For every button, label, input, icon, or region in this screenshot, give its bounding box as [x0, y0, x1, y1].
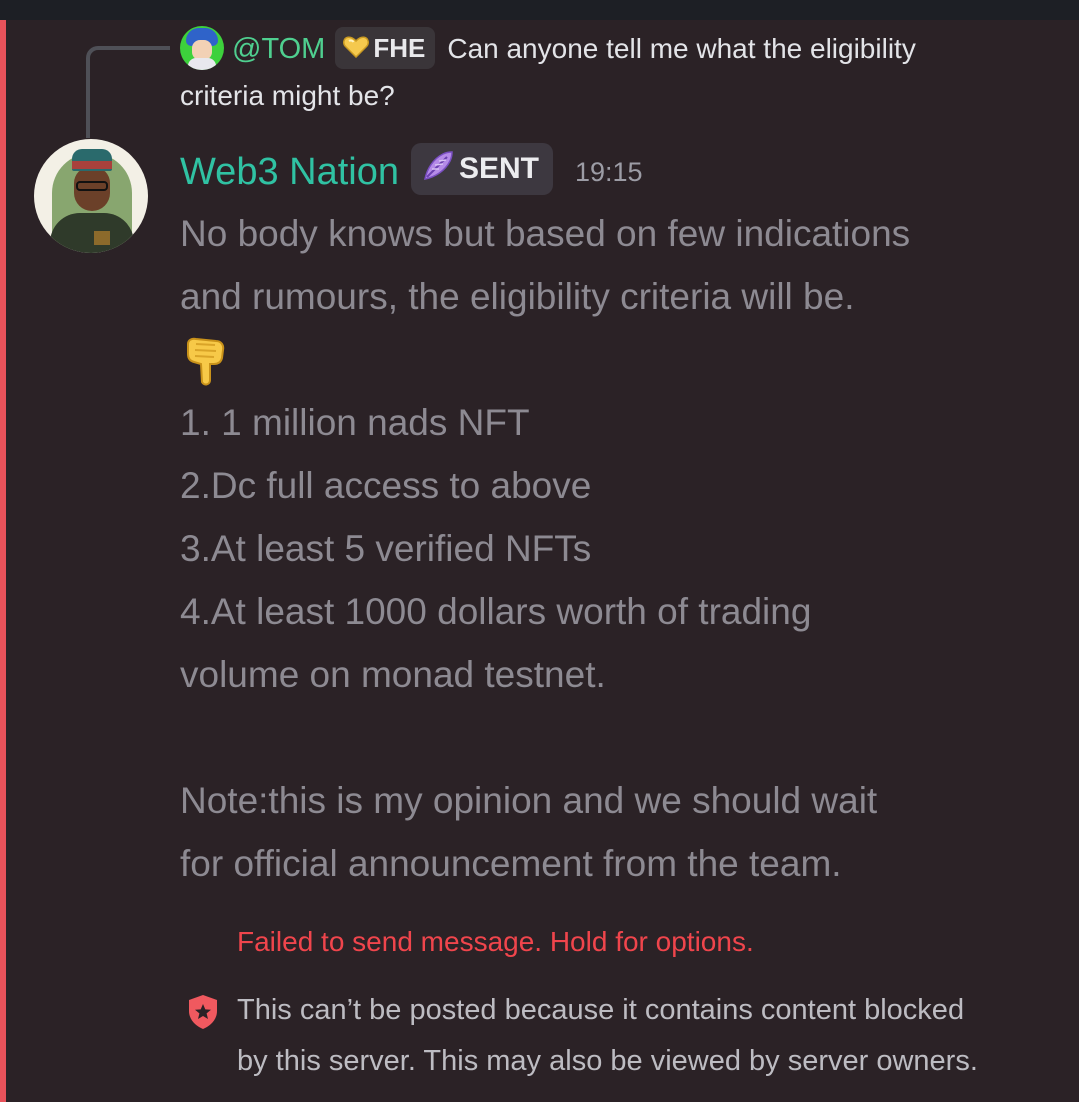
reply-avatar[interactable]: [180, 25, 224, 70]
blocked-notice-line: This can’t be posted because it contains…: [237, 994, 965, 1026]
failed-message-rail: [0, 20, 6, 1102]
reply-role-tag[interactable]: FHE: [335, 26, 436, 69]
message-emoji-line: [180, 328, 1060, 391]
blocked-notice-line: by this server. This may also be viewed …: [237, 1045, 978, 1077]
message-line: Note:this is my opinion and we should wa…: [180, 780, 878, 821]
message-line: 4.At least 1000 dollars worth of trading: [180, 591, 812, 632]
reply-preview[interactable]: @TOM FHE Can anyone tell me what the eli…: [180, 24, 1060, 74]
message-line: and rumours, the eligibility criteria wi…: [180, 276, 855, 317]
message-timestamp: 19:15: [575, 157, 643, 187]
failed-send-notice[interactable]: Failed to send message. Hold for options…: [237, 920, 754, 964]
message-header: Web3 Nation SENT 19:15: [180, 142, 643, 202]
message-line: No body knows but based on few indicatio…: [180, 213, 911, 254]
reply-role-tag-label: FHE: [373, 32, 426, 63]
message-line: 1. 1 million nads NFT: [180, 402, 530, 443]
purple-feather-icon: [424, 151, 453, 180]
author-role-tag[interactable]: SENT: [410, 143, 553, 195]
message-line: 3.At least 5 verified NFTs: [180, 528, 592, 569]
reply-text-continued: criteria might be?: [180, 80, 395, 111]
reply-text: Can anyone tell me what the eligibility: [447, 33, 916, 64]
backhand-index-pointing-down-icon: [187, 337, 225, 386]
author-role-tag-label: SENT: [458, 152, 539, 185]
message-line: for official announcement from the team.: [180, 843, 842, 884]
author-username[interactable]: Web3 Nation: [180, 151, 399, 193]
author-avatar[interactable]: [34, 139, 148, 253]
reply-connector: [86, 46, 170, 138]
shield-star-icon: [189, 995, 217, 1029]
message-line: 2.Dc full access to above: [180, 465, 592, 506]
message-line: volume on monad testnet.: [180, 654, 606, 695]
yellow-heart-icon: [343, 36, 370, 59]
reply-username[interactable]: @TOM: [232, 33, 325, 65]
blocked-content-notice: This can’t be posted because it contains…: [237, 985, 1067, 1087]
top-strip: [0, 0, 1079, 20]
message-body: No body knows but based on few indicatio…: [180, 202, 1060, 895]
